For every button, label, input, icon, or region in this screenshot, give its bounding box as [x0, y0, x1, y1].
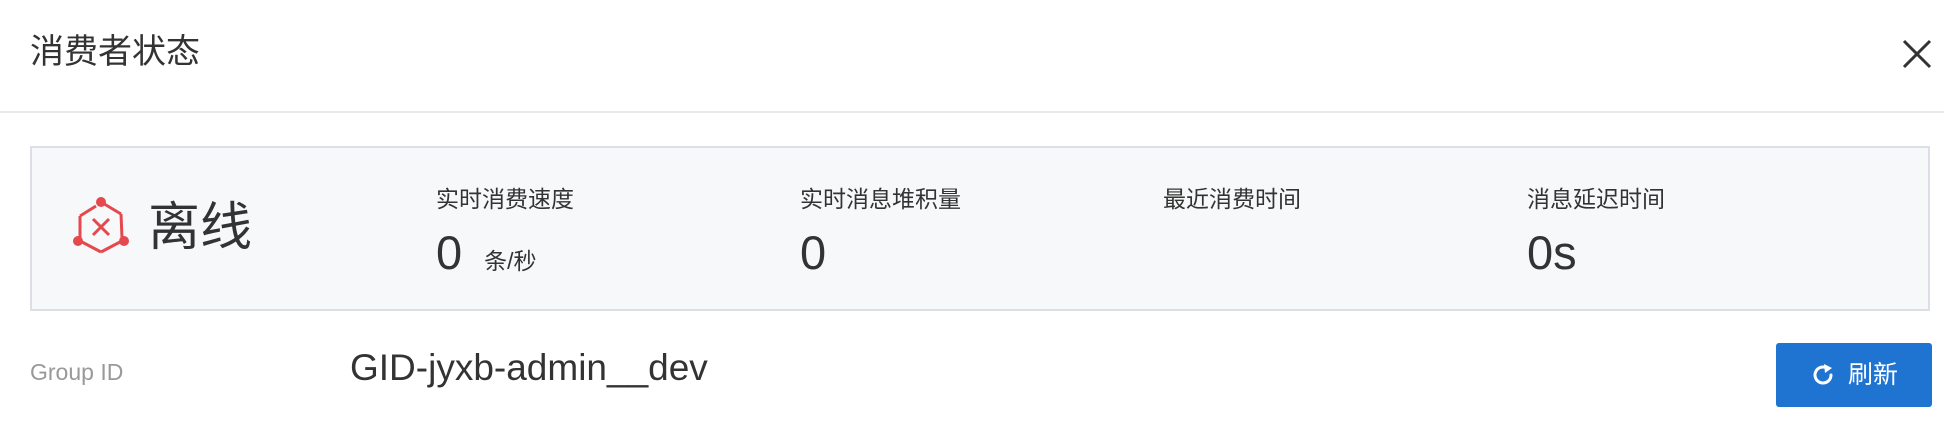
metric-value: 0s	[1527, 226, 1577, 279]
close-icon	[1902, 39, 1932, 69]
metric-value-row: 0 条/秒	[436, 226, 574, 280]
group-id-label: Group ID	[30, 359, 124, 385]
refresh-icon	[1813, 364, 1833, 385]
metric-label: 实时消费速度	[436, 186, 574, 212]
dialog-header: 消费者状态	[0, 0, 1944, 113]
consumer-status-dialog: 消费者状态 离线 实时消费速度 0 条/秒 实时消息堆积量 0 最近消费时间 消…	[0, 0, 1944, 424]
metric-value: 0	[800, 226, 827, 279]
metric-label: 最近消费时间	[1163, 186, 1301, 212]
refresh-button[interactable]: 刷新	[1776, 343, 1932, 407]
metric-label: 消息延迟时间	[1527, 186, 1665, 212]
group-id-value: GID-jyxb-admin__dev	[350, 347, 708, 388]
dialog-title: 消费者状态	[30, 33, 200, 71]
metric-message-delay: 消息延迟时间 0s	[1527, 184, 1665, 280]
metric-message-backlog: 实时消息堆积量 0	[800, 184, 961, 280]
refresh-label: 刷新	[1847, 361, 1898, 389]
metric-value-row: 0s	[1527, 226, 1665, 280]
metric-value: 0	[436, 226, 463, 279]
metric-last-consume-time: 最近消费时间	[1163, 184, 1301, 226]
status-card: 离线 实时消费速度 0 条/秒 实时消息堆积量 0 最近消费时间 消息延迟时间 0…	[30, 146, 1930, 311]
status-text: 离线	[148, 199, 253, 257]
offline-icon	[73, 197, 129, 254]
metric-value-row: 0	[800, 226, 961, 280]
metric-unit: 条/秒	[484, 248, 537, 274]
close-button[interactable]	[1900, 37, 1934, 71]
metric-consume-speed: 实时消费速度 0 条/秒	[436, 184, 574, 280]
metric-label: 实时消息堆积量	[800, 186, 961, 212]
